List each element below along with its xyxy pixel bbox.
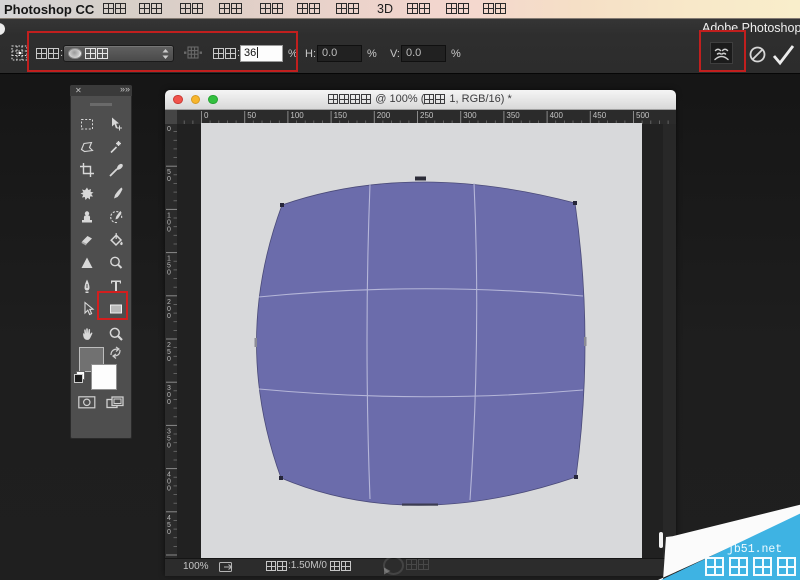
svg-text:400: 400 [550,111,564,120]
svg-text:4: 4 [167,515,171,522]
svg-text:0: 0 [167,126,171,133]
svg-text:5: 5 [167,522,171,529]
svg-text:3: 3 [167,428,171,435]
svg-text:0: 0 [167,313,171,320]
svg-text:350: 350 [506,111,520,120]
svg-text:3: 3 [167,385,171,392]
svg-text:100: 100 [290,111,304,120]
svg-text:0: 0 [167,176,171,183]
svg-text:50: 50 [247,111,256,120]
svg-text:500: 500 [636,111,650,120]
svg-text:0: 0 [167,356,171,363]
svg-text:jb51.net: jb51.net [727,543,782,556]
svg-text:200: 200 [377,111,391,120]
svg-text:0: 0 [167,486,171,493]
svg-text:5: 5 [167,435,171,442]
svg-text:2: 2 [167,342,171,349]
svg-text:0: 0 [204,111,209,120]
svg-text:1: 1 [167,256,171,263]
svg-text:5: 5 [167,169,171,176]
svg-text:150: 150 [334,111,348,120]
svg-text:0: 0 [167,479,171,486]
svg-text:1: 1 [167,212,171,219]
svg-text:4: 4 [167,472,171,479]
svg-text:450: 450 [593,111,607,120]
svg-text:0: 0 [167,442,171,449]
svg-text:2: 2 [167,299,171,306]
svg-text:0: 0 [167,219,171,226]
svg-text:0: 0 [167,392,171,399]
svg-text:5: 5 [167,349,171,356]
svg-text:300: 300 [463,111,477,120]
svg-text:0: 0 [167,306,171,313]
svg-text:5: 5 [167,263,171,270]
svg-text:0: 0 [167,270,171,277]
svg-text:250: 250 [420,111,434,120]
svg-text:0: 0 [167,226,171,233]
svg-text:0: 0 [167,529,171,536]
svg-text:0: 0 [167,399,171,406]
